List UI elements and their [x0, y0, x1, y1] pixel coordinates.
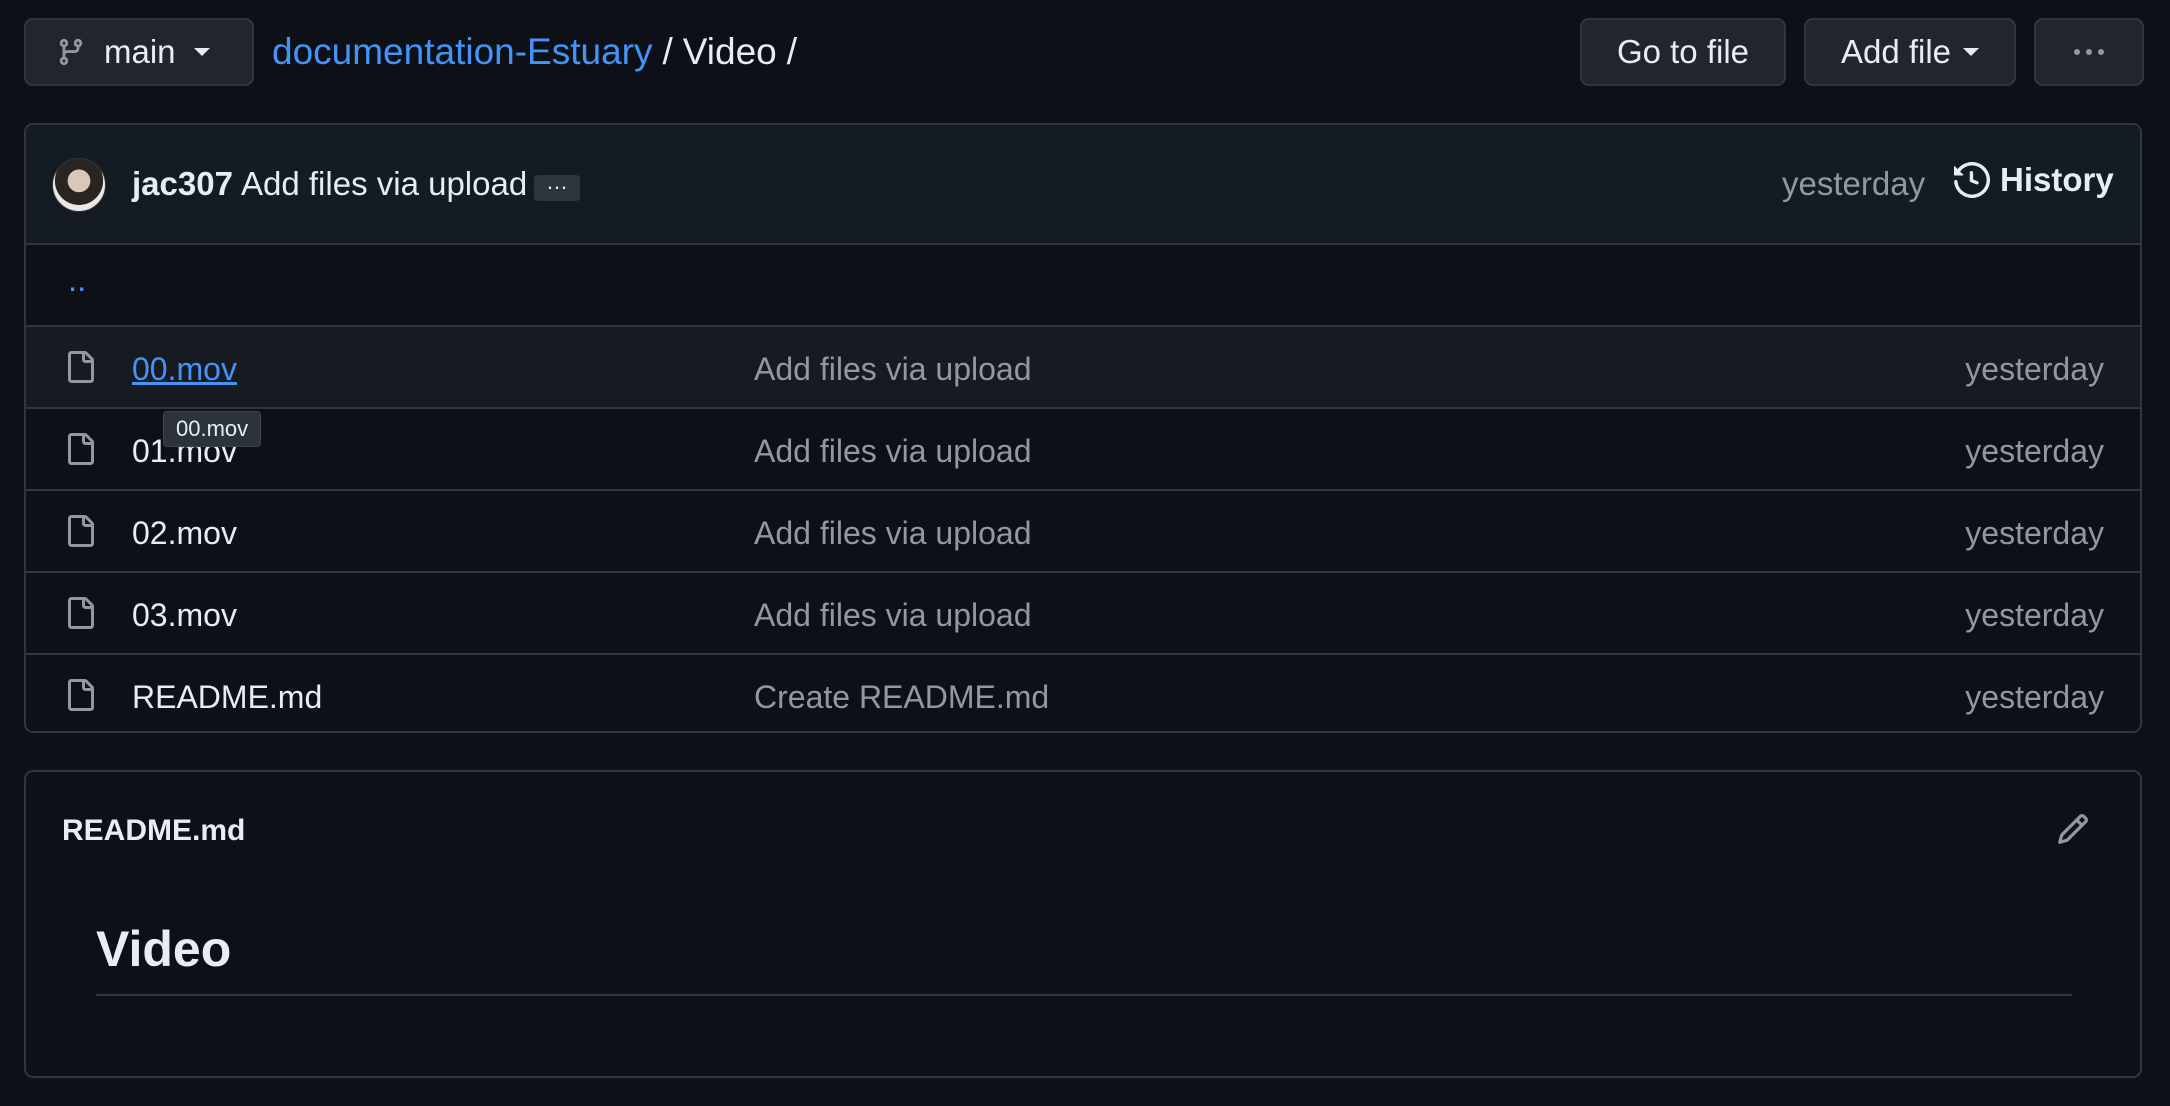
add-file-button[interactable]: Add file — [1804, 18, 2016, 86]
file-name-link[interactable]: 03.mov — [132, 597, 237, 634]
readme-heading: Video — [96, 924, 2072, 996]
parent-directory-row[interactable]: .. — [26, 245, 2140, 327]
filename-tooltip: 00.mov — [163, 411, 262, 447]
avatar[interactable] — [52, 158, 106, 212]
pencil-icon[interactable] — [2056, 812, 2090, 846]
file-commit-time: yesterday — [1965, 515, 2104, 551]
file-commit-message[interactable]: Add files via upload — [754, 433, 1032, 470]
kebab-horizontal-icon — [2074, 49, 2104, 55]
breadcrumb-separator: / — [662, 31, 673, 72]
latest-commit-bar: jac307 Add files via upload … yesterday … — [26, 125, 2140, 245]
file-icon — [68, 351, 94, 383]
breadcrumb-repo-link[interactable]: documentation-Estuary — [272, 31, 652, 73]
table-row[interactable]: 00.mov Add files via upload yesterday — [26, 327, 2140, 409]
readme-panel: README.md Video — [24, 770, 2142, 1078]
file-icon — [68, 433, 94, 465]
branch-selector-button[interactable]: main — [24, 18, 254, 86]
file-icon — [68, 515, 94, 547]
file-icon — [68, 597, 94, 629]
chevron-down-icon — [1963, 48, 1980, 56]
history-label: History — [2000, 161, 2114, 198]
file-browser: jac307 Add files via upload … yesterday … — [24, 123, 2142, 733]
table-row[interactable]: 01.mov Add files via upload yesterday — [26, 409, 2140, 491]
go-to-file-label: Go to file — [1616, 33, 1750, 70]
commit-time: yesterday — [1782, 165, 1926, 202]
file-commit-time: yesterday — [1965, 351, 2104, 387]
repo-toolbar: main documentation-Estuary / Video / Go … — [24, 18, 2146, 88]
add-file-label: Add file — [1840, 33, 1952, 70]
go-to-file-button[interactable]: Go to file — [1580, 18, 1786, 86]
chevron-down-icon — [193, 48, 210, 56]
breadcrumb-separator: / — [786, 31, 798, 72]
file-commit-message[interactable]: Add files via upload — [754, 351, 1032, 388]
history-link[interactable]: History — [1954, 161, 2114, 199]
file-commit-message[interactable]: Create README.md — [754, 679, 1049, 716]
more-options-button[interactable] — [2034, 18, 2144, 86]
breadcrumb-current-dir: Video — [682, 31, 777, 72]
commit-expand-button[interactable]: … — [534, 171, 580, 201]
table-row[interactable]: 02.mov Add files via upload yesterday — [26, 491, 2140, 573]
git-branch-icon — [59, 38, 83, 66]
file-icon — [68, 679, 94, 711]
breadcrumb: documentation-Estuary / Video / — [272, 18, 807, 86]
parent-directory-link[interactable]: .. — [68, 261, 86, 299]
table-row[interactable]: 03.mov Add files via upload yesterday — [26, 573, 2140, 655]
file-commit-message[interactable]: Add files via upload — [754, 597, 1032, 634]
table-row[interactable]: README.md Create README.md yesterday — [26, 655, 2140, 731]
file-commit-time: yesterday — [1965, 597, 2104, 633]
branch-name: main — [104, 33, 176, 70]
file-commit-message[interactable]: Add files via upload — [754, 515, 1032, 552]
file-commit-time: yesterday — [1965, 679, 2104, 715]
file-commit-time: yesterday — [1965, 433, 2104, 469]
history-icon — [1954, 162, 1990, 198]
file-name-link[interactable]: 00.mov — [132, 351, 237, 388]
readme-filename[interactable]: README.md — [62, 814, 245, 848]
commit-author[interactable]: jac307 — [132, 165, 233, 203]
file-name-link[interactable]: README.md — [132, 679, 322, 716]
commit-message[interactable]: Add files via upload — [241, 165, 527, 203]
file-name-link[interactable]: 02.mov — [132, 515, 237, 552]
